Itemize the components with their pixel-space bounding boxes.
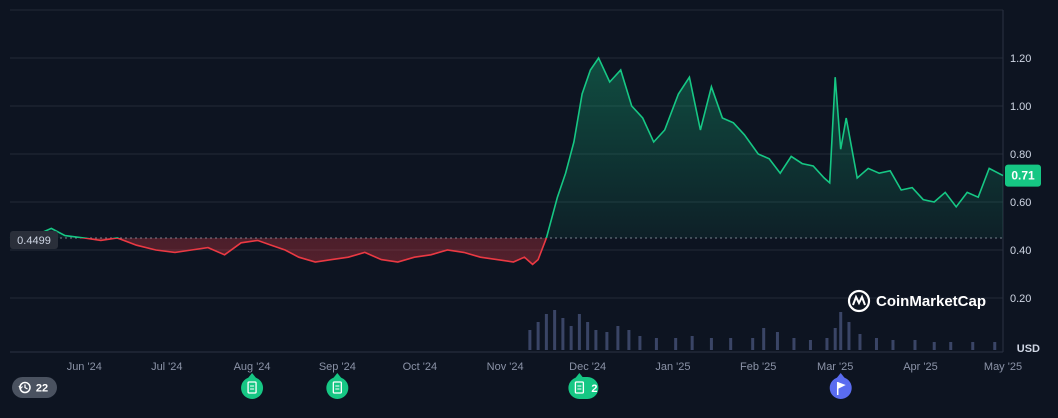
volume-bar [751, 338, 755, 350]
volume-bars [528, 310, 997, 350]
volume-bar [561, 318, 565, 350]
volume-bar [833, 328, 837, 350]
volume-bar [569, 326, 573, 350]
x-tick-label: May '25 [984, 361, 1022, 373]
volume-bar [627, 330, 631, 350]
current-value-tag: 0.71 [1005, 164, 1041, 187]
y-tick-label: 0.20 [1010, 293, 1031, 305]
volume-bar [808, 340, 812, 350]
document-event-badge[interactable]: 2 [568, 373, 599, 399]
volume-bar [932, 342, 936, 350]
current-value-text: 0.71 [1011, 169, 1035, 183]
volume-bar [528, 330, 532, 350]
baseline-value-text: 0.4499 [17, 235, 51, 247]
volume-bar [690, 336, 694, 350]
volume-bar [616, 326, 620, 350]
event-badge-count: 2 [591, 383, 597, 395]
volume-bar [825, 338, 829, 350]
x-tick-label: Nov '24 [487, 361, 524, 373]
volume-bar [544, 314, 548, 350]
volume-bar [536, 322, 540, 350]
volume-bar [971, 342, 975, 350]
baseline-value-tag: 0.4499 [10, 231, 58, 249]
document-event-badge[interactable] [326, 373, 349, 399]
history-count: 22 [36, 383, 48, 395]
volume-bar [762, 328, 766, 350]
volume-bar [553, 310, 557, 350]
x-tick-label: Jan '25 [655, 361, 690, 373]
x-tick-label: Jun '24 [67, 361, 102, 373]
volume-bar [586, 322, 590, 350]
volume-bar [729, 338, 733, 350]
volume-bar [891, 340, 895, 350]
y-tick-label: 0.60 [1010, 197, 1031, 209]
event-badges: 2 [241, 373, 852, 399]
volume-bar [577, 314, 581, 350]
history-button[interactable]: 22 [12, 377, 57, 398]
y-tick-label: 0.40 [1010, 245, 1031, 257]
volume-bar [949, 342, 953, 350]
volume-bar [874, 338, 878, 350]
flag-event-badge[interactable] [829, 373, 852, 399]
volume-bar [792, 338, 796, 350]
x-tick-label: Aug '24 [234, 361, 271, 373]
coinmarketcap-logo-icon [847, 289, 871, 313]
x-tick-label: Sep '24 [319, 361, 356, 373]
volume-bar [839, 312, 843, 350]
y-tick-label: 1.20 [1010, 53, 1031, 65]
y-tick-label: 1.00 [1010, 101, 1031, 113]
x-tick-label: Jul '24 [151, 361, 182, 373]
volume-bar [638, 336, 642, 350]
volume-bar [847, 322, 851, 350]
volume-bar [913, 340, 917, 350]
x-tick-label: Oct '24 [403, 361, 438, 373]
y-tick-label: 0.80 [1010, 149, 1031, 161]
volume-bar [594, 330, 598, 350]
x-axis: Jun '24 Jul '24 Aug '24 Sep '24 Oct '24 Nov '… [67, 361, 1022, 373]
currency-label: USD [1017, 343, 1040, 355]
chart-svg: 0.20 0.40 0.60 0.80 1.00 1.20 Jun '24 Jul '24 A… [9, 9, 1041, 399]
price-chart[interactable]: 0.20 0.40 0.60 0.80 1.00 1.20 Jun '24 Jul '24 A… [0, 0, 1058, 413]
x-tick-label: Feb '25 [740, 361, 776, 373]
volume-bar [654, 338, 658, 350]
volume-bar [775, 332, 779, 350]
coinmarketcap-watermark: CoinMarketCap [847, 289, 986, 313]
volume-bar [605, 332, 609, 350]
volume-bar [674, 338, 678, 350]
volume-bar [858, 334, 862, 350]
x-tick-label: Mar '25 [817, 361, 853, 373]
document-event-badge[interactable] [241, 373, 264, 399]
volume-bar [993, 342, 997, 350]
coinmarketcap-brand: CoinMarketCap [876, 293, 986, 310]
svg-text:USD: USD [1017, 343, 1040, 355]
x-tick-label: Apr '25 [903, 361, 938, 373]
volume-bar [709, 338, 713, 350]
x-tick-label: Dec '24 [569, 361, 606, 373]
